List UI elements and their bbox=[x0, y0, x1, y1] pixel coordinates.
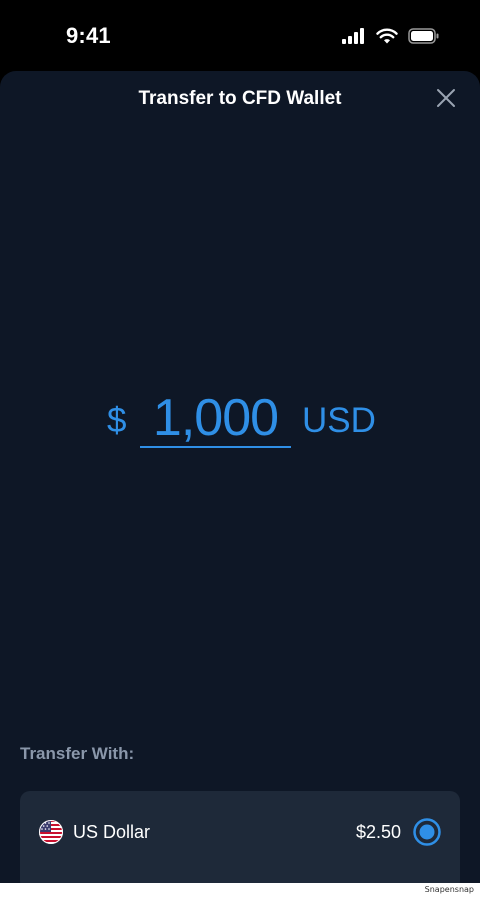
amount-value: 1,000 bbox=[152, 389, 279, 447]
us-flag-icon bbox=[39, 820, 63, 844]
radio-selected[interactable] bbox=[413, 818, 441, 846]
cellular-signal-icon bbox=[342, 28, 366, 44]
close-icon bbox=[437, 89, 455, 107]
payment-option-us-dollar[interactable]: US Dollar $2.50 bbox=[20, 791, 460, 891]
battery-icon bbox=[408, 28, 440, 44]
option-balance: $2.50 bbox=[355, 822, 401, 842]
status-time: 9:41 bbox=[66, 23, 111, 48]
option-name: US Dollar bbox=[73, 822, 151, 842]
watermark: Snapensnap bbox=[424, 885, 474, 894]
radio-selected-icon bbox=[413, 818, 441, 846]
close-button[interactable] bbox=[434, 86, 458, 110]
bottom-bar: Snapensnap bbox=[0, 883, 480, 899]
screen: 9:41 Transfer to CFD Wallet $ 1,000 USD … bbox=[0, 0, 480, 899]
amount-input[interactable]: 1,000 bbox=[140, 390, 291, 448]
sheet-title: Transfer to CFD Wallet bbox=[138, 88, 342, 109]
status-icons bbox=[342, 26, 440, 46]
transfer-sheet: Transfer to CFD Wallet $ 1,000 USD Trans… bbox=[0, 71, 480, 891]
transfer-with-label: Transfer With: bbox=[20, 744, 135, 763]
currency-code: USD bbox=[302, 401, 376, 440]
currency-symbol: $ bbox=[107, 401, 127, 440]
wifi-icon bbox=[376, 28, 398, 44]
amount-row: $ 1,000 USD bbox=[0, 390, 480, 449]
status-bar: 9:41 bbox=[0, 0, 480, 72]
